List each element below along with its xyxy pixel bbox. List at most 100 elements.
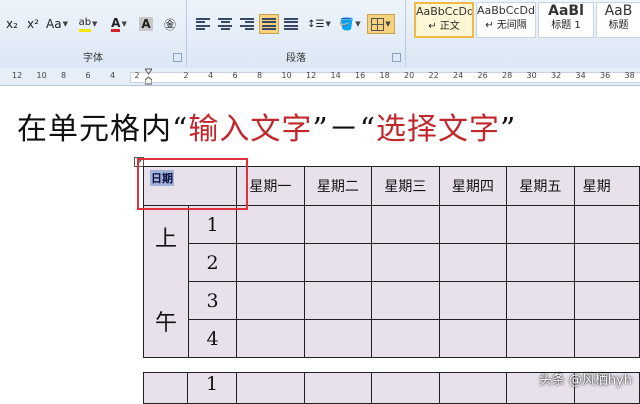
table-cell[interactable] (573, 281, 640, 320)
highlighter-icon: ab (78, 17, 92, 32)
document-page[interactable]: 在单元格内“输入文字”－“选择文字” ✥ 日期 星期一 星期二 星期三 星期四 … (0, 86, 640, 400)
table-cell[interactable] (506, 205, 575, 244)
ruler-tick-label: 12 (12, 71, 23, 80)
align-center-button[interactable] (215, 14, 235, 34)
table-cell[interactable] (235, 372, 305, 404)
weekday-header[interactable]: 星期一 (236, 166, 305, 206)
style-name: 标题 1 (551, 20, 581, 31)
ruler-tick-label: 16 (355, 71, 366, 80)
ruler-tick-label: 8 (61, 71, 67, 80)
ruler-tick-label: 22 (428, 71, 439, 80)
table-cell[interactable] (438, 319, 508, 358)
change-case-button[interactable]: Aa ▼ (44, 14, 70, 34)
subscript-button[interactable]: x₂ (2, 14, 22, 34)
paragraph-group-label: 段落 (286, 53, 306, 64)
chevron-down-icon: ▼ (355, 20, 361, 28)
highlight-button[interactable]: ab ▼ (74, 14, 102, 34)
table-cell[interactable] (573, 205, 640, 244)
indent-marker-icon[interactable] (145, 68, 152, 85)
justify-icon (262, 18, 276, 30)
afternoon-cell[interactable] (142, 372, 189, 404)
horizontal-ruler[interactable]: 12 10 8 6 4 2 2 4 6 8 10 12 14 16 18 20 22 24 26 28 30 32 34 36… (0, 68, 640, 86)
table-cell[interactable] (438, 372, 508, 404)
weekday-header[interactable]: 星期三 (371, 166, 440, 206)
morning-cell[interactable]: 上 午 (142, 205, 190, 358)
period-number[interactable]: 1 (187, 372, 237, 404)
period-number[interactable]: 1 (188, 205, 238, 244)
style-sample: AaBbCcDd (477, 4, 535, 17)
align-center-icon (218, 18, 232, 30)
style-heading-1[interactable]: AaBl 标题 1 (538, 2, 594, 38)
align-left-icon (196, 18, 210, 30)
superscript-button[interactable]: x² (23, 14, 43, 34)
period-number[interactable]: 2 (188, 243, 238, 282)
ruler-tick-label: 34 (575, 71, 586, 80)
ruler-tick-label: 8 (257, 71, 263, 80)
table-cell[interactable] (236, 243, 305, 282)
table-cell[interactable] (371, 319, 440, 358)
ruler-tick-label: 30 (526, 71, 537, 80)
align-left-button[interactable] (193, 14, 213, 34)
table-cell[interactable] (371, 205, 440, 244)
weekday-header[interactable]: 星期五 (506, 166, 575, 206)
style-normal[interactable]: AaBbCcDd ↵ 正文 (414, 2, 474, 38)
line-spacing-button[interactable]: ↕☰ ▼ (305, 14, 333, 34)
distributed-button[interactable] (281, 14, 301, 34)
ruler-tick-label: 6 (85, 71, 91, 80)
ruler-tick-label: 26 (477, 71, 488, 80)
table-row: 日期 星期一 星期二 星期三 星期四 星期五 星期 (142, 166, 640, 206)
align-right-button[interactable] (237, 14, 257, 34)
ruler-tick-label: 14 (330, 71, 341, 80)
table-cell[interactable] (438, 243, 508, 282)
styles-group: AaBbCcDd ↵ 正文 AaBbCcDd ↵ 无间隔 AaBl 标题 1 A… (406, 0, 640, 66)
date-cell[interactable]: 日期 (142, 166, 238, 206)
justify-button[interactable] (259, 14, 279, 34)
style-no-spacing[interactable]: AaBbCcDd ↵ 无间隔 (476, 2, 536, 38)
table-cell[interactable] (303, 319, 373, 358)
font-group-label-text: 字体 (83, 53, 103, 64)
ruler-tick-label: 6 (232, 71, 238, 80)
table-cell[interactable] (438, 281, 508, 320)
table-cell[interactable] (506, 243, 575, 282)
table-cell[interactable] (438, 205, 508, 244)
table-cell[interactable] (573, 243, 640, 282)
table-cell[interactable] (573, 319, 640, 358)
shading-button[interactable]: 🪣 ▼ (337, 14, 363, 34)
table-cell[interactable] (371, 372, 440, 404)
weekday-header[interactable]: 星期 (573, 166, 640, 206)
dialog-launcher-icon[interactable] (173, 53, 182, 62)
table-row: 3 (144, 281, 640, 320)
enclose-characters-button[interactable]: ㊎ (160, 14, 180, 34)
style-sample: AaB (604, 3, 633, 19)
font-color-icon: A (111, 15, 121, 32)
table-cell[interactable] (303, 281, 373, 320)
dialog-launcher-icon[interactable] (392, 53, 401, 62)
ruler-tick-label: 32 (551, 71, 562, 80)
subscript-label: x₂ (6, 17, 18, 31)
chevron-down-icon: ▼ (121, 20, 127, 28)
table-cell[interactable] (236, 205, 305, 244)
weekday-header[interactable]: 星期四 (438, 166, 508, 206)
table-cell[interactable] (303, 205, 373, 244)
style-title[interactable]: AaB 标题 (596, 2, 640, 38)
table-cell[interactable] (506, 281, 575, 320)
table-cell[interactable] (371, 281, 440, 320)
table-cell[interactable] (506, 319, 575, 358)
table-cell[interactable] (303, 243, 373, 282)
table-cell[interactable] (236, 319, 305, 358)
line-spacing-icon: ↕☰ (307, 18, 325, 30)
paint-bucket-icon: 🪣 (339, 17, 355, 31)
borders-button[interactable]: ▼ (367, 14, 395, 34)
font-color-button[interactable]: A ▼ (106, 14, 132, 34)
period-number[interactable]: 3 (188, 281, 238, 320)
morning-top-char: 上 (155, 226, 178, 252)
table-row: 2 (144, 243, 640, 282)
font-group: x₂ x² Aa ▼ ab ▼ A ▼ A ㊎ 字体 (0, 0, 187, 66)
table-cell[interactable] (236, 281, 305, 320)
period-number[interactable]: 4 (188, 319, 238, 358)
document-heading[interactable]: 在单元格内“输入文字”－“选择文字” (17, 104, 516, 148)
weekday-header[interactable]: 星期二 (303, 166, 373, 206)
table-cell[interactable] (371, 243, 440, 282)
table-cell[interactable] (303, 372, 373, 404)
character-shading-button[interactable]: A (137, 14, 155, 34)
